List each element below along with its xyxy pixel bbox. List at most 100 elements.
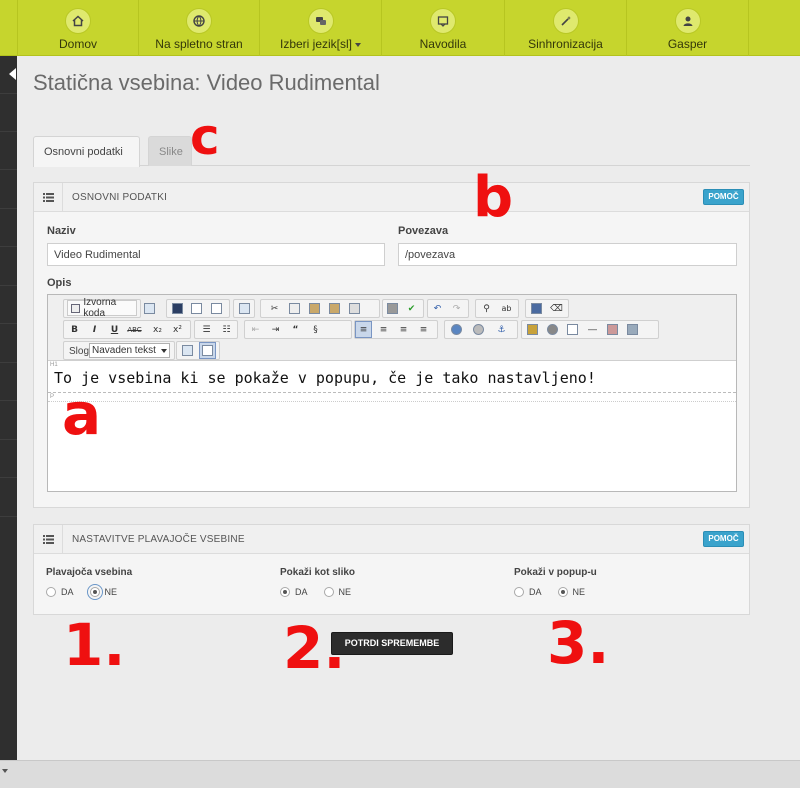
align-right-icon[interactable]: ≡ [395,321,412,338]
unlink-icon[interactable] [470,321,487,338]
superscript-icon[interactable]: x² [169,321,186,338]
tab-images[interactable]: Slike [148,136,192,166]
horizontal-rule-icon[interactable]: ― [584,321,601,338]
subscript-icon[interactable]: x₂ [149,321,166,338]
page-title: Statična vsebina: Video Rudimental [33,70,380,95]
radio-label: DA [295,587,308,597]
panel-header: OSNOVNI PODATKI POMOČ [34,183,749,212]
naziv-input[interactable] [47,243,385,266]
strikethrough-icon[interactable]: ABC [126,321,143,338]
collapse-arrow-icon[interactable] [9,68,16,80]
spellcheck-icon[interactable]: ✔ [403,300,420,317]
align-center-icon[interactable]: ≡ [375,321,392,338]
povezava-input[interactable] [398,243,737,266]
paste-text-icon[interactable] [326,300,343,317]
select-all-icon[interactable] [528,300,545,317]
paste-icon[interactable] [141,300,158,317]
nav-website-label: Na spletno stran [155,37,243,51]
home-icon [65,8,91,34]
basic-data-panel: OSNOVNI PODATKI POMOČ Naziv Povezava Opi… [33,182,750,508]
indent-icon[interactable]: ⇥ [267,321,284,338]
block-tag-h1: H1 [50,362,58,368]
style-select-value: Navaden tekst [92,345,156,356]
image-icon[interactable] [524,321,541,338]
replace-icon[interactable]: ab [498,300,515,317]
editor-h1-block[interactable]: H1 To je vsebina ki se pokaže v popupu, … [48,361,736,393]
new-page-icon[interactable] [188,300,205,317]
chevron-down-icon[interactable] [2,769,8,773]
bullet-list-icon[interactable]: ☷ [218,321,235,338]
copy-icon[interactable] [286,300,303,317]
radio-label: DA [529,587,542,597]
sidebar-divider [0,246,17,247]
nav-instructions[interactable]: Navodila [382,0,505,56]
link-icon[interactable] [448,321,465,338]
align-justify-icon[interactable]: ≡ [415,321,432,338]
opis-label: Opis [47,277,72,289]
panel-title: NASTAVITVE PLAVAJOČE VSEBINE [72,534,245,545]
numbered-list-icon[interactable]: ☰ [198,321,215,338]
undo-icon[interactable]: ↶ [429,300,446,317]
style-select[interactable]: Navaden tekst [89,343,170,358]
chevron-down-icon [161,349,167,353]
radio-floating-da[interactable] [46,587,56,597]
outdent-icon[interactable]: ⇤ [247,321,264,338]
radio-popup-da[interactable] [514,587,524,597]
redo-icon[interactable]: ↷ [448,300,465,317]
panel-title: OSNOVNI PODATKI [72,192,168,203]
tab-basic-data[interactable]: Osnovni podatki [33,136,140,167]
templates-icon[interactable] [236,300,253,317]
special-char-icon[interactable] [604,321,621,338]
floating-content-options: DA NE [46,584,117,600]
paste-icon[interactable] [306,300,323,317]
floating-settings-panel: NASTAVITVE PLAVAJOČE VSEBINE POMOČ Plava… [33,524,750,615]
paste-word-icon[interactable] [346,300,363,317]
create-div-icon[interactable]: § [307,321,324,338]
editor-content[interactable]: H1 To je vsebina ki se pokaže v popupu, … [48,361,736,491]
radio-image-ne[interactable] [323,587,334,597]
sidebar-divider [0,285,17,286]
submit-changes-button[interactable]: POTRDI SPREMEMBE [331,632,453,655]
editor-paragraph-block[interactable]: P [48,394,736,402]
nav-language[interactable]: Izberi jezik[sl] [260,0,382,56]
radio-label: NE [572,587,586,597]
help-button[interactable]: POMOČ [703,189,744,205]
save-icon[interactable] [169,300,186,317]
remove-format-icon[interactable]: ⌫ [548,300,565,317]
radio-image-da[interactable] [280,587,290,597]
nav-sync[interactable]: Sinhronizacija [505,0,627,56]
page-break-icon[interactable] [624,321,641,338]
table-icon[interactable] [564,321,581,338]
tab-bar: Osnovni podatki Slike [33,136,750,167]
radio-popup-ne[interactable] [557,587,568,597]
cut-icon[interactable]: ✂ [266,300,283,317]
find-icon[interactable]: ⚲ [478,300,495,317]
help-button[interactable]: POMOČ [703,531,744,547]
underline-icon[interactable]: U [106,321,123,338]
source-icon [71,303,81,313]
print-icon[interactable] [384,300,401,317]
blockquote-icon[interactable]: “ [287,321,304,338]
align-left-icon[interactable]: ≡ [355,321,372,338]
sidebar-divider [0,516,17,517]
radio-floating-ne[interactable] [86,584,103,600]
block-tag-p: P [50,394,55,400]
sidebar-divider [0,169,17,170]
preview-icon[interactable] [208,300,225,317]
nav-home-label: Domov [58,37,97,51]
source-code-button[interactable]: Izvorna koda [67,297,137,319]
show-as-image-label: Pokaži kot sliko [280,567,356,578]
show-blocks-icon[interactable] [199,342,216,359]
maximize-icon[interactable] [179,342,196,359]
bold-icon[interactable]: B [66,321,83,338]
nav-home[interactable]: Domov [17,0,139,56]
nav-user[interactable]: Gasper [627,0,749,56]
anchor-icon[interactable]: ⚓ [493,321,510,338]
bottom-bar [0,760,800,788]
italic-icon[interactable]: I [86,321,103,338]
show-as-image-options: DA NE [280,587,351,597]
flash-icon[interactable] [544,321,561,338]
nav-website[interactable]: Na spletno stran [139,0,260,56]
panel-header: NASTAVITVE PLAVAJOČE VSEBINE POMOČ [34,525,749,554]
left-sidebar [0,56,17,760]
